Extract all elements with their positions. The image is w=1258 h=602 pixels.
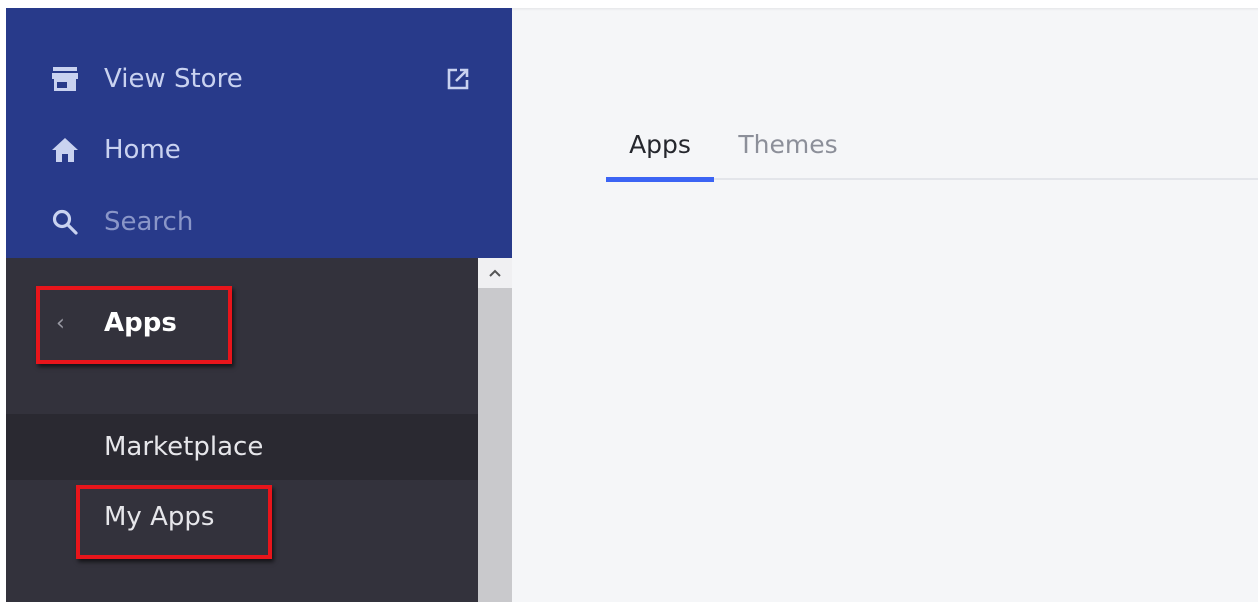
active-tab-indicator bbox=[606, 177, 714, 182]
sidebar-item-label: Marketplace bbox=[104, 432, 264, 462]
external-link-icon[interactable] bbox=[446, 67, 470, 91]
scroll-up-arrow-icon[interactable] bbox=[478, 258, 512, 288]
section-title: Apps bbox=[104, 308, 177, 338]
scrollbar-thumb[interactable] bbox=[478, 288, 512, 602]
store-icon bbox=[50, 64, 80, 94]
sidebar-scrollbar[interactable] bbox=[478, 258, 512, 602]
home-link[interactable]: Home bbox=[6, 122, 512, 178]
home-label: Home bbox=[104, 135, 181, 165]
tab-apps[interactable]: Apps bbox=[606, 108, 714, 182]
view-store-link[interactable]: View Store bbox=[6, 51, 512, 107]
sidebar-primary-nav: View Store Home Search bbox=[6, 8, 512, 258]
view-store-label: View Store bbox=[104, 64, 243, 94]
apps-section-header[interactable]: ‹ Apps bbox=[6, 288, 476, 358]
sidebar-search[interactable]: Search bbox=[6, 194, 512, 250]
search-icon bbox=[50, 207, 80, 237]
chevron-left-icon: ‹ bbox=[56, 310, 65, 336]
sidebar-subnav: ‹ Apps Marketplace My Apps bbox=[6, 258, 512, 602]
app-window: View Store Home Search ‹ Apps Marketplac… bbox=[6, 8, 1258, 602]
top-divider bbox=[512, 8, 1258, 11]
tab-themes[interactable]: Themes bbox=[726, 108, 850, 180]
search-input[interactable]: Search bbox=[104, 207, 193, 237]
tab-bar: Apps Themes bbox=[606, 108, 1258, 182]
tab-label: Apps bbox=[629, 129, 691, 159]
main-content: Apps Themes bbox=[512, 8, 1258, 602]
home-icon bbox=[50, 135, 80, 165]
sidebar-item-label: My Apps bbox=[104, 502, 215, 532]
tab-label: Themes bbox=[738, 129, 838, 159]
sidebar-item-my-apps[interactable]: My Apps bbox=[6, 484, 478, 550]
sidebar-item-marketplace[interactable]: Marketplace bbox=[6, 414, 478, 480]
